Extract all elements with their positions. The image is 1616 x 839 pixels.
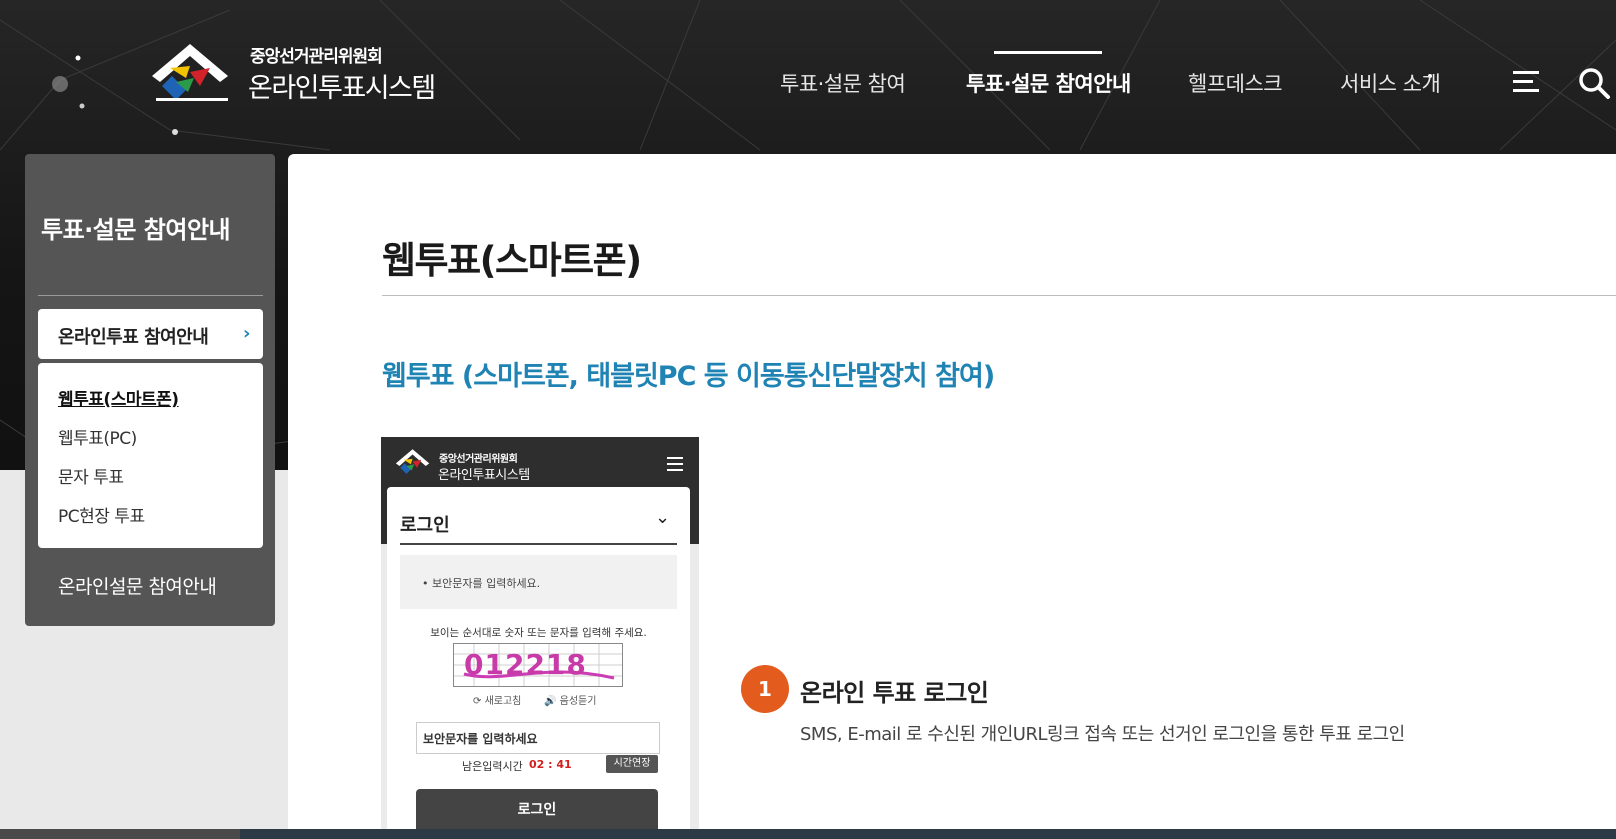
phone-audio-label: 음성듣기: [559, 696, 597, 707]
phone-captcha-text: 012218: [464, 648, 587, 681]
smartphone-screenshot: 중앙선거관리위원회 온라인투표시스템 로그인 ⌄ • 보안문자를 입력하세요. …: [381, 437, 699, 829]
phone-org-name: 중앙선거관리위원회: [439, 454, 518, 465]
system-name: 온라인투표시스템: [248, 73, 436, 104]
sidebar-item-label: 온라인투표 참여안내: [58, 327, 209, 348]
step-title: 온라인 투표 로그인: [800, 679, 989, 707]
sidebar-divider: [38, 295, 263, 296]
phone-remaining-time: 02 : 41: [529, 758, 572, 771]
main-content: 웹투표(스마트폰) 웹투표 (스마트폰, 태블릿PC 등 이동통신단말장치 참여…: [288, 154, 1616, 829]
refresh-icon: ⟳: [473, 696, 482, 707]
phone-notice-text: • 보안문자를 입력하세요.: [422, 577, 541, 590]
speaker-icon: 🔊: [544, 696, 557, 707]
org-name: 중앙선거관리위원회: [250, 47, 383, 67]
phone-extend-button: 시간연장: [606, 755, 658, 773]
sidebar-subitem-web-pc[interactable]: 웹투표(PC): [58, 424, 137, 449]
bottom-bar: [0, 829, 1616, 839]
section-title: 웹투표 (스마트폰, 태블릿PC 등 이동통신단말장치 참여): [382, 361, 995, 392]
phone-header-underline: [400, 543, 677, 545]
bottom-bar-segment: [0, 829, 240, 839]
page-title: 웹투표(스마트폰): [382, 239, 642, 282]
election-commission-logo-icon: [152, 44, 228, 101]
sidebar-item-online-vote-guide[interactable]: 온라인투표 참여안내 ›: [38, 309, 263, 359]
phone-refresh-control: ⟳ 새로고침: [473, 692, 521, 707]
phone-system-name: 온라인투표시스템: [438, 468, 530, 483]
nav-vote-participation[interactable]: 투표·설문 참여: [780, 68, 906, 98]
sidebar-item-online-survey-guide[interactable]: 온라인설문 참여안내: [58, 572, 217, 599]
election-commission-logo-icon: [395, 449, 430, 474]
step-description: SMS, E-mail 로 수신된 개인URL링크 접속 또는 선거인 로그인을…: [800, 724, 1405, 745]
nav-active-indicator: [994, 51, 1102, 54]
phone-login-button: 로그인: [416, 789, 658, 829]
sidebar: 투표·설문 참여안내 온라인투표 참여안내 › 웹투표(스마트폰) 웹투표(PC…: [25, 154, 275, 626]
nav-helpdesk[interactable]: 헬프데스크: [1188, 68, 1283, 98]
hamburger-icon[interactable]: [1513, 71, 1539, 93]
sidebar-subitem-pc-onsite[interactable]: PC현장 투표: [58, 502, 145, 527]
nav-service-intro[interactable]: 서비스 소개: [1340, 68, 1441, 98]
sidebar-submenu: 웹투표(스마트폰) 웹투표(PC) 문자 투표 PC현장 투표: [38, 363, 263, 548]
sidebar-subitem-sms-vote[interactable]: 문자 투표: [58, 463, 124, 488]
step-number-badge: 1: [741, 665, 789, 713]
sidebar-title: 투표·설문 참여안내: [41, 216, 231, 244]
phone-captcha-input: 보안문자를 입력하세요: [416, 722, 660, 754]
phone-refresh-label: 새로고침: [484, 696, 522, 707]
phone-login-header: 로그인: [400, 515, 450, 536]
phone-login-card: 로그인 ⌄ • 보안문자를 입력하세요. 보이는 순서대로 숫자 또는 문자를 …: [387, 487, 690, 829]
hamburger-icon: [667, 457, 683, 471]
phone-input-placeholder: 보안문자를 입력하세요: [423, 732, 538, 746]
chevron-right-icon: ›: [243, 323, 251, 344]
phone-remaining-label: 남은입력시간: [462, 760, 523, 773]
phone-captcha-instruction: 보이는 순서대로 숫자 또는 문자를 입력해 주세요.: [430, 627, 647, 639]
nav-participation-guide[interactable]: 투표·설문 참여안내: [966, 68, 1131, 98]
phone-audio-control: 🔊 음성듣기: [544, 692, 596, 707]
sidebar-subitem-web-smartphone[interactable]: 웹투표(스마트폰): [58, 385, 179, 410]
site-logo[interactable]: 중앙선거관리위원회 온라인투표시스템: [150, 40, 440, 108]
phone-captcha-image: 012218: [453, 643, 623, 687]
phone-notice-box: • 보안문자를 입력하세요.: [400, 555, 677, 609]
title-divider: [382, 295, 1616, 296]
search-icon[interactable]: [1578, 67, 1610, 99]
chevron-down-icon: ⌄: [655, 507, 671, 528]
